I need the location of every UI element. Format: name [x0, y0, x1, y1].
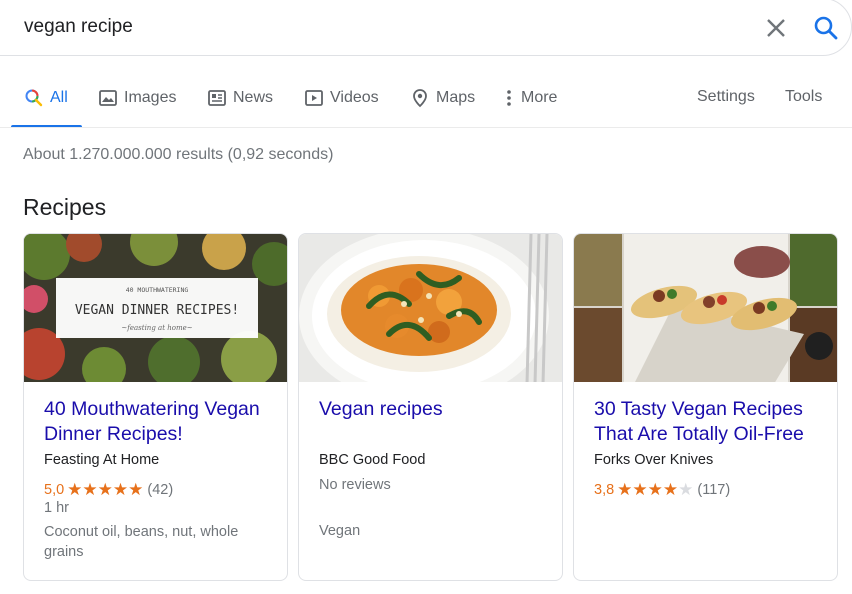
settings-link[interactable]: Settings — [697, 88, 755, 106]
recipe-rating: 3,8 ★★★★★ (117) — [594, 480, 730, 500]
tab-label: Images — [124, 89, 177, 106]
recipe-image — [574, 234, 837, 382]
image-icon — [99, 90, 117, 106]
news-icon — [208, 90, 226, 106]
search-icon — [814, 16, 838, 40]
image-overlay-main: VEGAN DINNER RECIPES! — [75, 303, 239, 318]
tab-maps[interactable]: Maps — [410, 88, 475, 108]
image-overlay-top: 40 MOUTHWATERING — [126, 286, 189, 294]
search-tabs: All Images News Videos Maps More Setting… — [0, 80, 852, 128]
recipe-card[interactable]: 30 Tasty Vegan Recipes That Are Totally … — [573, 233, 838, 581]
more-vertical-icon — [507, 90, 511, 106]
section-title: Recipes — [23, 194, 107, 220]
tab-all[interactable]: All — [24, 88, 68, 108]
recipe-source: Forks Over Knives — [594, 452, 714, 468]
recipe-image — [299, 234, 562, 382]
tools-link[interactable]: Tools — [785, 88, 822, 106]
tab-news[interactable]: News — [207, 88, 273, 108]
search-icon — [25, 89, 43, 107]
tools-label: Tools — [785, 88, 823, 105]
review-count: (117) — [697, 482, 731, 498]
star-rating-icon: ★★★★★ — [617, 480, 694, 499]
recipe-title[interactable]: 40 Mouthwatering Vegan Dinner Recipes! — [44, 397, 274, 447]
tab-label: Videos — [330, 89, 379, 106]
clear-search-button[interactable] — [764, 16, 788, 40]
recipe-time: 1 hr — [44, 500, 69, 516]
tab-videos[interactable]: Videos — [304, 88, 379, 108]
tab-label: Maps — [436, 89, 476, 106]
rating-value: 5,0 — [44, 482, 65, 498]
recipe-image: 40 MOUTHWATERING VEGAN DINNER RECIPES! ~… — [24, 234, 287, 382]
tab-label: All — [50, 89, 68, 106]
tab-label: News — [233, 89, 274, 106]
recipe-ingredients: Coconut oil, beans, nut, whole grains — [44, 524, 239, 560]
divider — [0, 127, 852, 128]
search-input[interactable]: vegan recipe — [24, 16, 133, 38]
map-pin-icon — [413, 89, 427, 108]
settings-label: Settings — [697, 88, 755, 105]
recipe-title[interactable]: 30 Tasty Vegan Recipes That Are Totally … — [594, 397, 824, 447]
recipe-card[interactable]: 40 MOUTHWATERING VEGAN DINNER RECIPES! ~… — [23, 233, 288, 581]
image-overlay-sub: ~feasting at home~ — [121, 324, 192, 332]
tab-label: More — [521, 89, 558, 106]
recipe-title[interactable]: Vegan recipes — [319, 397, 549, 422]
recipe-rating: 5,0 ★★★★★ (42) — [44, 480, 173, 500]
result-stats: About 1.270.000.000 results (0,92 second… — [23, 146, 334, 163]
recipe-source: Feasting At Home — [44, 452, 160, 468]
review-count: (42) — [147, 482, 174, 498]
search-button[interactable] — [813, 15, 839, 41]
star-rating-icon: ★★★★★ — [67, 480, 144, 499]
recipe-source: BBC Good Food — [319, 452, 426, 468]
rating-value: 3,8 — [594, 482, 615, 498]
video-icon — [305, 90, 323, 106]
recipe-card[interactable]: Vegan recipes BBC Good Food No reviews V… — [298, 233, 563, 581]
tab-images[interactable]: Images — [98, 88, 176, 108]
no-reviews-label: No reviews — [319, 477, 391, 493]
close-icon — [767, 19, 785, 37]
recipe-category: Vegan — [319, 523, 361, 539]
tab-more[interactable]: More — [503, 88, 557, 108]
